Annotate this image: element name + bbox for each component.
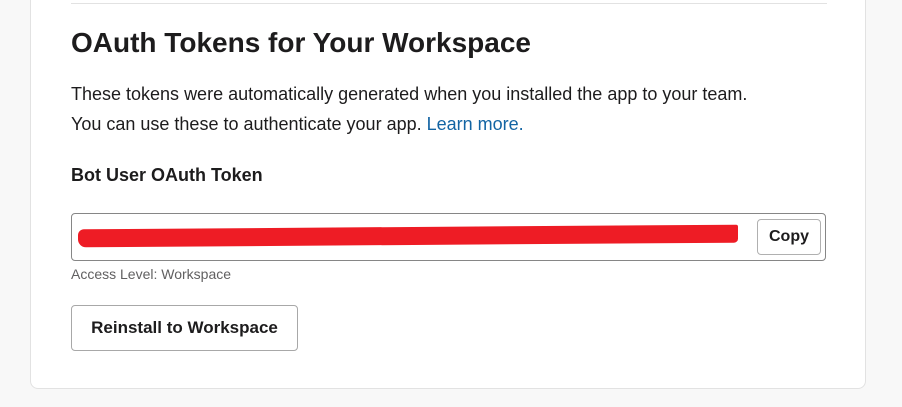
copy-button[interactable]: Copy bbox=[757, 219, 821, 255]
section-description: These tokens were automatically generate… bbox=[71, 79, 831, 139]
reinstall-to-workspace-button[interactable]: Reinstall to Workspace bbox=[71, 305, 298, 351]
access-level-text: Access Level: Workspace bbox=[71, 266, 232, 282]
bot-token-field[interactable]: Copy bbox=[71, 213, 826, 261]
section-divider bbox=[71, 3, 827, 4]
oauth-tokens-card: OAuth Tokens for Your Workspace These to… bbox=[30, 0, 866, 389]
description-line-2: You can use these to authenticate your a… bbox=[71, 114, 422, 134]
bot-token-label: Bot User OAuth Token bbox=[71, 165, 263, 185]
learn-more-link[interactable]: Learn more. bbox=[427, 114, 524, 134]
description-line-1: These tokens were automatically generate… bbox=[71, 84, 748, 104]
redaction-mark bbox=[78, 224, 738, 248]
section-title: OAuth Tokens for Your Workspace bbox=[71, 27, 532, 58]
